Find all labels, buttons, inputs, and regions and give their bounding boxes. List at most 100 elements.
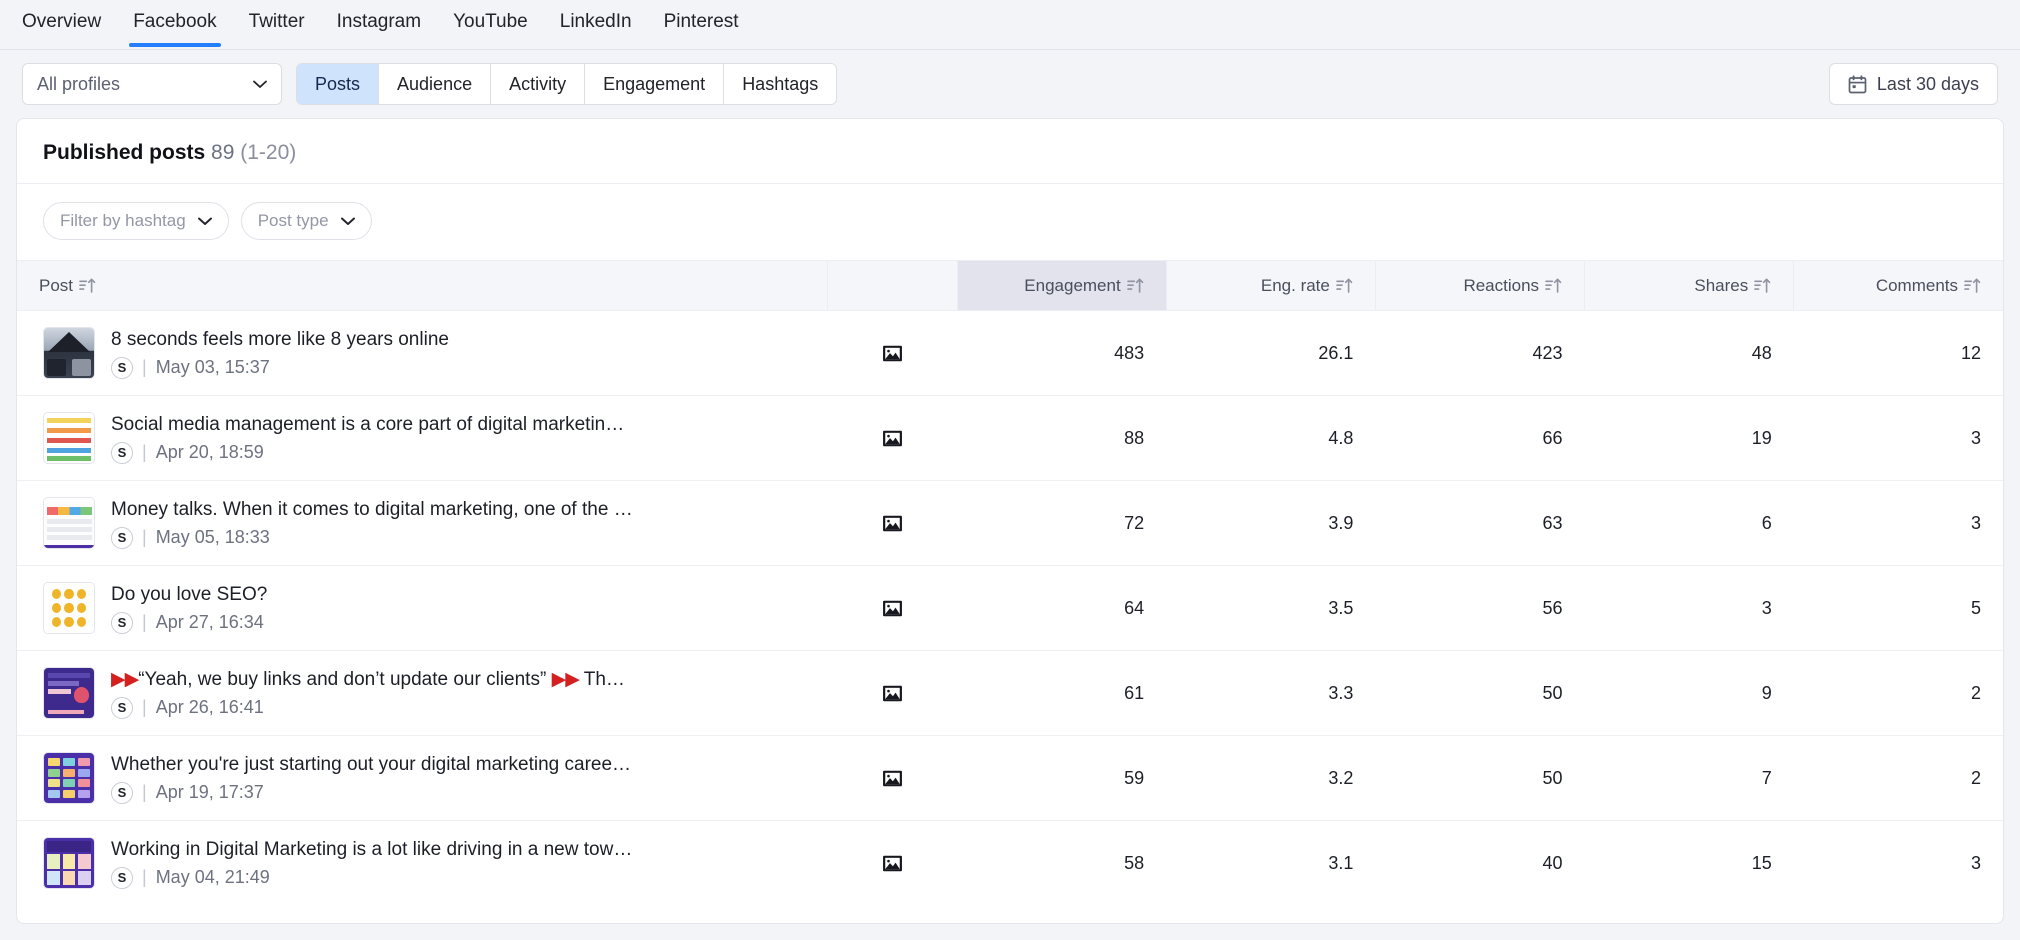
segment-hashtags[interactable]: Hashtags <box>724 64 837 104</box>
column-header-label: Eng. rate <box>1260 275 1330 295</box>
post-date: Apr 26, 16:41 <box>155 697 264 717</box>
profile-avatar: S <box>111 356 133 379</box>
column-header-label: Comments <box>1875 275 1958 295</box>
shares-value: 15 <box>1751 852 1772 873</box>
segment-posts[interactable]: Posts <box>297 64 380 104</box>
network-tab-label: Pinterest <box>663 11 739 32</box>
post-title[interactable]: 8 seconds feels more like 8 years online <box>111 328 633 352</box>
meta-divider: | <box>142 612 147 632</box>
header-row: Post Engagement Eng. rate Reactions Shares Co… <box>17 260 2003 311</box>
segment-audience[interactable]: Audience <box>379 64 492 104</box>
segment-label: Audience <box>397 73 473 94</box>
post-title[interactable]: Working in Digital Marketing is a lot li… <box>111 838 633 862</box>
image-icon <box>882 345 902 362</box>
segment-engagement[interactable]: Engagement <box>585 64 725 104</box>
image-icon <box>882 430 902 447</box>
post-type-cell <box>827 821 957 906</box>
column-header-engagement[interactable]: Engagement <box>956 260 1167 311</box>
post-title[interactable]: Social media management is a core part o… <box>111 413 633 437</box>
network-tab-youtube[interactable]: YouTube <box>437 0 544 46</box>
network-tab-bar: Overview Facebook Twitter Instagram YouTube L… <box>0 0 2020 50</box>
table-row[interactable]: Working in Digital Marketing is a lot li… <box>17 821 2003 906</box>
reactions-value: 66 <box>1375 395 1585 481</box>
post-date: Apr 27, 16:34 <box>155 612 264 632</box>
comments-value: 3 <box>1970 852 1981 873</box>
profile-select-value: All profiles <box>37 73 121 94</box>
profile-avatar: S <box>111 866 133 889</box>
eng-rate-value: 3.9 <box>1166 480 1376 566</box>
column-header-label: Shares <box>1694 275 1749 295</box>
network-tab-label: Twitter <box>248 11 305 32</box>
post-title[interactable]: Whether you're just starting out your di… <box>111 753 633 777</box>
table-row[interactable]: Whether you're just starting out your di… <box>17 735 2003 821</box>
shares-value: 48 <box>1584 310 1794 396</box>
sort-icon <box>1126 278 1143 293</box>
filter-pill-post-type[interactable]: Post type <box>240 202 372 240</box>
published-posts-card: Published posts 89 (1-20) Filter by hash… <box>16 118 2004 924</box>
meta-divider: | <box>142 697 147 717</box>
post-thumbnail <box>43 497 95 549</box>
post-type-cell <box>827 395 957 481</box>
post-cell: Social media management is a core part o… <box>17 395 827 481</box>
post-title[interactable]: Do you love SEO? <box>111 583 633 607</box>
post-date: May 05, 18:33 <box>155 527 270 547</box>
network-tab-twitter[interactable]: Twitter <box>233 0 321 46</box>
post-date: Apr 20, 18:59 <box>155 442 264 462</box>
filter-pill-label: Post type <box>257 211 329 230</box>
posts-count: 89 <box>211 141 235 164</box>
table-row[interactable]: Do you love SEO? S | Apr 27, 16:34 64 3.5 56 3 5 <box>17 565 2003 651</box>
table-row[interactable]: ▶▶“Yeah, we buy links and don’t update o… <box>17 650 2003 736</box>
profile-select[interactable]: All profiles <box>22 63 282 105</box>
meta-divider: | <box>142 782 147 802</box>
column-header-shares[interactable]: Shares <box>1584 260 1794 311</box>
post-thumbnail <box>43 412 95 464</box>
post-cell: Do you love SEO? S | Apr 27, 16:34 <box>17 565 827 651</box>
comments-value: 3 <box>1793 395 2003 481</box>
posts-range: (1-20) <box>240 141 297 164</box>
chevron-down-icon <box>197 217 212 225</box>
table-row[interactable]: Social media management is a core part o… <box>17 395 2003 481</box>
table-row[interactable]: 8 seconds feels more like 8 years online… <box>17 310 2003 396</box>
sub-filter-row: Filter by hashtag Post type <box>17 184 2003 260</box>
network-tab-label: Facebook <box>133 11 217 32</box>
profile-avatar: S <box>111 441 133 464</box>
table-row[interactable]: Money talks. When it comes to digital ma… <box>17 480 2003 566</box>
column-header-post[interactable]: Post <box>17 260 827 311</box>
eng-rate-value: 3.2 <box>1166 735 1376 821</box>
filter-pill-hashtag[interactable]: Filter by hashtag <box>43 202 229 240</box>
network-tab-label: Instagram <box>336 11 422 32</box>
shares-value: 7 <box>1584 735 1794 821</box>
eng-rate-value: 3.3 <box>1166 650 1376 736</box>
network-tab-instagram[interactable]: Instagram <box>321 0 437 46</box>
sort-icon <box>79 278 96 293</box>
engagement-value: 483 <box>957 310 1167 396</box>
post-title[interactable]: ▶▶“Yeah, we buy links and don’t update o… <box>111 668 633 692</box>
image-icon <box>882 600 902 617</box>
image-icon <box>882 515 902 532</box>
comments-value: 3 <box>1793 480 2003 566</box>
column-header-eng-rate[interactable]: Eng. rate <box>1165 260 1376 311</box>
network-tab-linkedin[interactable]: LinkedIn <box>544 0 648 46</box>
post-thumbnail <box>43 327 95 379</box>
post-type-cell <box>827 565 957 651</box>
engagement-value: 88 <box>957 395 1167 481</box>
post-thumbnail <box>43 582 95 634</box>
network-tab-facebook[interactable]: Facebook <box>117 0 232 47</box>
column-header-comments[interactable]: Comments <box>1793 260 2003 311</box>
post-type-cell <box>827 310 957 396</box>
date-range-button[interactable]: Last 30 days <box>1828 63 1998 105</box>
segment-activity[interactable]: Activity <box>491 64 586 104</box>
reactions-value: 423 <box>1375 310 1585 396</box>
engagement-value: 64 <box>957 565 1167 651</box>
filter-toolbar: All profiles Posts Audience Activity Engage… <box>0 50 2020 118</box>
page-title: Published posts <box>43 141 206 164</box>
network-tab-pinterest[interactable]: Pinterest <box>648 0 755 46</box>
column-header-reactions[interactable]: Reactions <box>1374 260 1585 311</box>
post-thumbnail <box>43 752 95 804</box>
network-tab-overview[interactable]: Overview <box>6 0 117 46</box>
network-tab-label: YouTube <box>453 11 528 32</box>
segment-label: Engagement <box>603 73 706 94</box>
engagement-value: 72 <box>957 480 1167 566</box>
comments-value: 5 <box>1793 565 2003 651</box>
post-title[interactable]: Money talks. When it comes to digital ma… <box>111 498 633 522</box>
